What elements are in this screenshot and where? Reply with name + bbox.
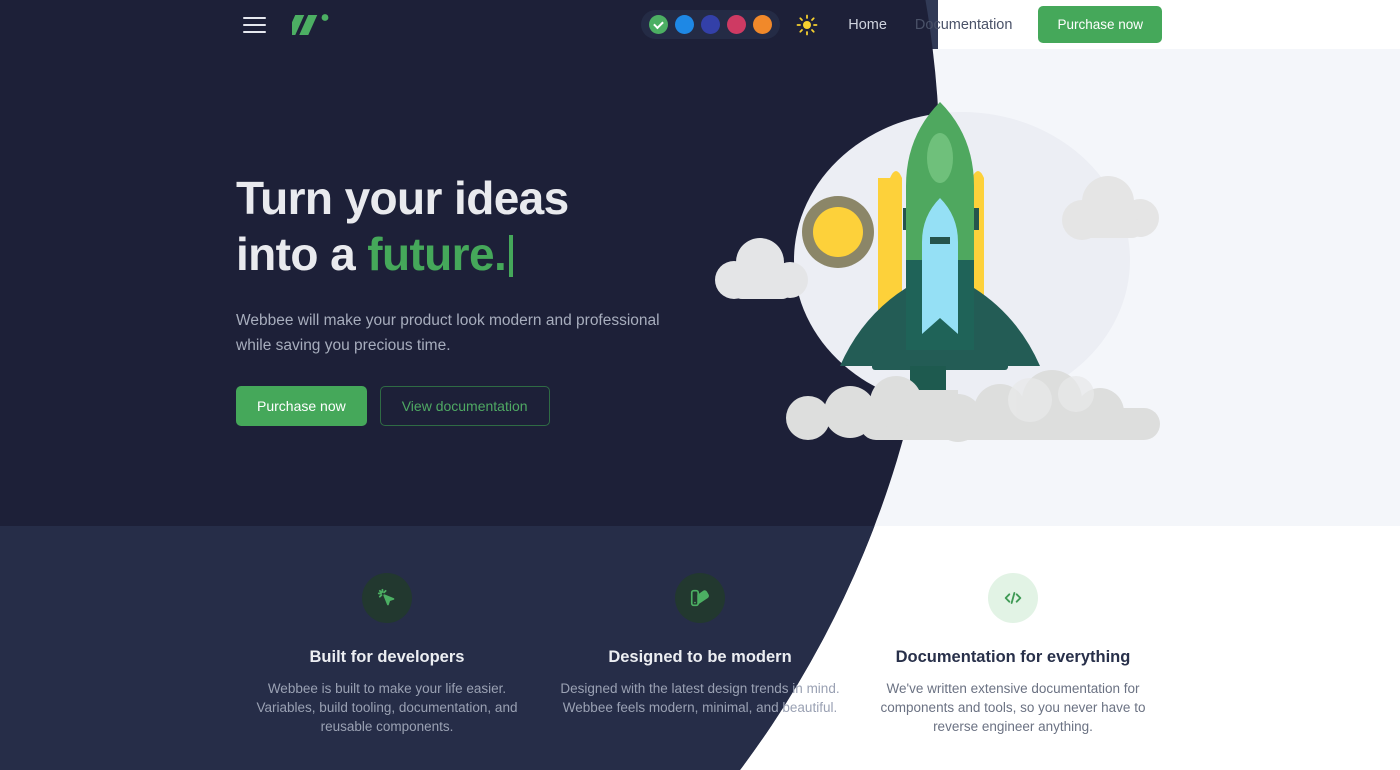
rocket-launch-illustration — [715, 102, 1160, 442]
nav-link-home[interactable]: Home — [834, 17, 901, 33]
swatch-indigo[interactable] — [701, 15, 721, 34]
swatch-green[interactable] — [649, 15, 669, 34]
landing-page: Home Documentation Purchase now Turn you… — [0, 0, 1400, 770]
hero-purchase-now-button[interactable]: Purchase now — [236, 386, 367, 426]
nav-link-documentation[interactable]: Documentation — [901, 17, 1027, 33]
hero-cta-row: Purchase now View documentation — [236, 386, 756, 426]
headline-line-1: Turn your ideas — [236, 172, 569, 224]
feature-card-designed-to-be-modern: Designed to be modern Designed with the … — [544, 526, 857, 770]
sun-icon[interactable] — [796, 14, 818, 36]
theme-color-swatches[interactable] — [641, 10, 781, 39]
swatch-pink[interactable] — [727, 15, 747, 34]
headline-line-2-prefix: into a — [236, 228, 368, 280]
feature-description: Designed with the latest design trends i… — [560, 681, 840, 715]
code-brackets-icon — [988, 573, 1038, 623]
navbar-purchase-now-button[interactable]: Purchase now — [1038, 6, 1162, 43]
hero-subtext: Webbee will make your product look moder… — [236, 312, 660, 354]
hero-section: Turn your ideas into a future. Webbee wi… — [236, 170, 756, 426]
swatch-orange[interactable] — [753, 15, 773, 34]
cursor-click-icon — [362, 573, 412, 623]
nav-links: Home Documentation — [834, 17, 1026, 33]
feature-card-documentation-for-everything: Documentation for everything We've writt… — [857, 526, 1170, 770]
swatch-blue[interactable] — [675, 15, 695, 34]
hero-headline: Turn your ideas into a future. — [236, 170, 756, 282]
feature-description: Webbee is built to make your life easier… — [256, 681, 518, 734]
navbar: Home Documentation Purchase now — [0, 0, 1400, 49]
feature-title: Documentation for everything — [895, 648, 1131, 666]
typing-caret — [509, 235, 514, 277]
feature-card-built-for-developers: Built for developers Webbee is built to … — [231, 526, 544, 770]
feature-description: We've written extensive documentation fo… — [880, 681, 1146, 734]
feature-title: Built for developers — [309, 648, 465, 666]
navbar-left — [243, 0, 332, 49]
webbee-logo[interactable] — [292, 12, 332, 38]
features-section: Built for developers Webbee is built to … — [0, 526, 1400, 770]
navbar-right: Home Documentation Purchase now — [641, 0, 1400, 49]
hero-view-documentation-button[interactable]: View documentation — [379, 386, 550, 426]
headline-accent-word: future. — [367, 228, 507, 280]
hamburger-menu-icon[interactable] — [243, 16, 266, 33]
feature-title: Designed to be modern — [608, 648, 792, 666]
color-swatch-icon — [675, 573, 725, 623]
